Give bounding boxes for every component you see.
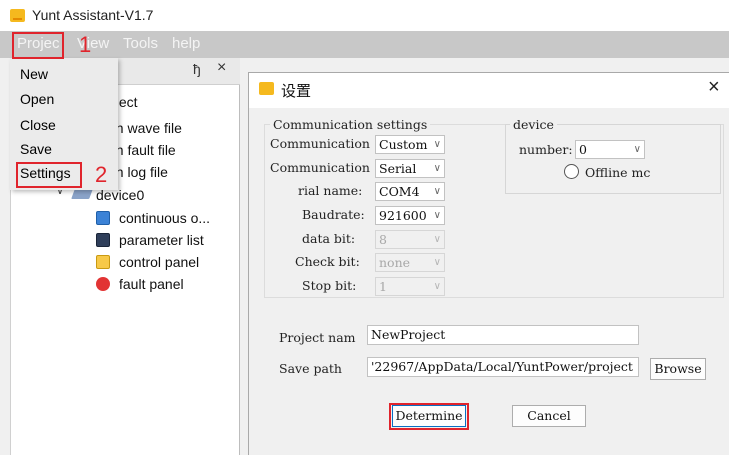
label-stop-bit: Stop bit: (302, 278, 357, 293)
dialog-close-icon[interactable]: × (708, 76, 720, 99)
chevron-down-icon: ∨ (433, 186, 441, 197)
communication-type-value: Custom (379, 137, 428, 152)
device-number-value: 0 (579, 142, 587, 157)
chevron-down-icon: ∨ (433, 281, 441, 292)
label-data-bit: data bit: (302, 231, 356, 246)
stop-bit-select[interactable]: 1 ∨ (375, 277, 445, 296)
label-communication-mode: Communication (270, 160, 370, 175)
chevron-down-icon: ∨ (433, 210, 441, 221)
menubar: Projec View Tools help (0, 31, 729, 58)
label-save-path: Save path (279, 361, 342, 376)
device-group (505, 124, 721, 194)
chevron-down-icon: ∨ (433, 163, 441, 174)
device-icon (71, 189, 93, 199)
serial-name-value: COM4 (379, 184, 420, 199)
offline-mode-radio[interactable] (564, 164, 579, 179)
step-number-2: 2 (95, 162, 108, 187)
window-titlebar: Yunt Assistant-V1.7 (0, 0, 729, 31)
cancel-button[interactable]: Cancel (512, 405, 586, 427)
communication-mode-select[interactable]: Serial ∨ (375, 159, 445, 178)
highlight-box-project-menu (12, 32, 64, 59)
chevron-down-icon: ∨ (633, 144, 641, 155)
comm-group-title: Communication settings (270, 117, 431, 132)
label-check-bit: Check bit: (295, 254, 360, 269)
control-panel-icon (96, 255, 110, 269)
baudrate-select[interactable]: 921600 ∨ (375, 206, 445, 225)
save-path-input[interactable]: '22967/AppData/Local/YuntPower/project (367, 357, 639, 377)
menu-item-open[interactable]: Open (20, 91, 54, 107)
continuous-output-icon (96, 211, 110, 225)
window-title: Yunt Assistant-V1.7 (32, 7, 154, 23)
dialog-titlebar (248, 72, 729, 108)
tree-child-control-panel[interactable]: control panel (119, 254, 199, 270)
tree-child-fault-panel[interactable]: fault panel (119, 276, 184, 292)
highlight-box-determine (389, 403, 469, 430)
menu-item-close[interactable]: Close (20, 117, 56, 133)
menu-item-new[interactable]: New (20, 66, 48, 82)
close-pane-icon[interactable]: × (217, 59, 226, 77)
check-bit-select[interactable]: none ∨ (375, 253, 445, 272)
stop-bit-value: 1 (379, 279, 387, 294)
data-bit-select[interactable]: 8 ∨ (375, 230, 445, 249)
tree-item-open-fault[interactable]: en fault file (108, 142, 176, 158)
serial-name-select[interactable]: COM4 ∨ (375, 182, 445, 201)
baudrate-value: 921600 (379, 208, 427, 223)
menu-item-save[interactable]: Save (20, 141, 52, 157)
app-logo-icon (10, 9, 25, 22)
project-name-input[interactable]: NewProject (367, 325, 639, 345)
dialog-app-icon (259, 82, 274, 95)
label-device-number: number: (519, 142, 573, 157)
fault-panel-icon (96, 277, 110, 291)
float-pane-icon[interactable]: ђ (193, 61, 201, 77)
highlight-box-settings (16, 162, 82, 188)
label-offline-mode: Offline mc (585, 165, 651, 180)
chevron-down-icon: ∨ (433, 234, 441, 245)
parameter-list-icon (96, 233, 110, 247)
label-communication-type: Communication (270, 136, 370, 151)
menu-tools[interactable]: Tools (123, 35, 158, 52)
chevron-down-icon: ∨ (433, 139, 441, 150)
label-project-name: Project nam (279, 330, 356, 345)
step-number-1: 1 (79, 32, 92, 57)
chevron-down-icon: ∨ (433, 257, 441, 268)
device-number-select[interactable]: 0 ∨ (575, 140, 645, 159)
label-baudrate: Baudrate: (302, 207, 365, 222)
tree-child-parameter-list[interactable]: parameter list (119, 232, 204, 248)
tree-child-continuous[interactable]: continuous o... (119, 210, 210, 226)
communication-type-select[interactable]: Custom ∨ (375, 135, 445, 154)
browse-button[interactable]: Browse (650, 358, 706, 380)
dialog-title: 设置 (281, 82, 312, 100)
tree-item-open-wave[interactable]: en wave file (108, 120, 182, 136)
data-bit-value: 8 (379, 232, 387, 247)
communication-mode-value: Serial (379, 161, 417, 176)
device-group-title: device (510, 117, 557, 132)
menu-help[interactable]: help (172, 35, 200, 52)
check-bit-value: none (379, 255, 411, 270)
label-serial-name: rial name: (298, 183, 363, 198)
